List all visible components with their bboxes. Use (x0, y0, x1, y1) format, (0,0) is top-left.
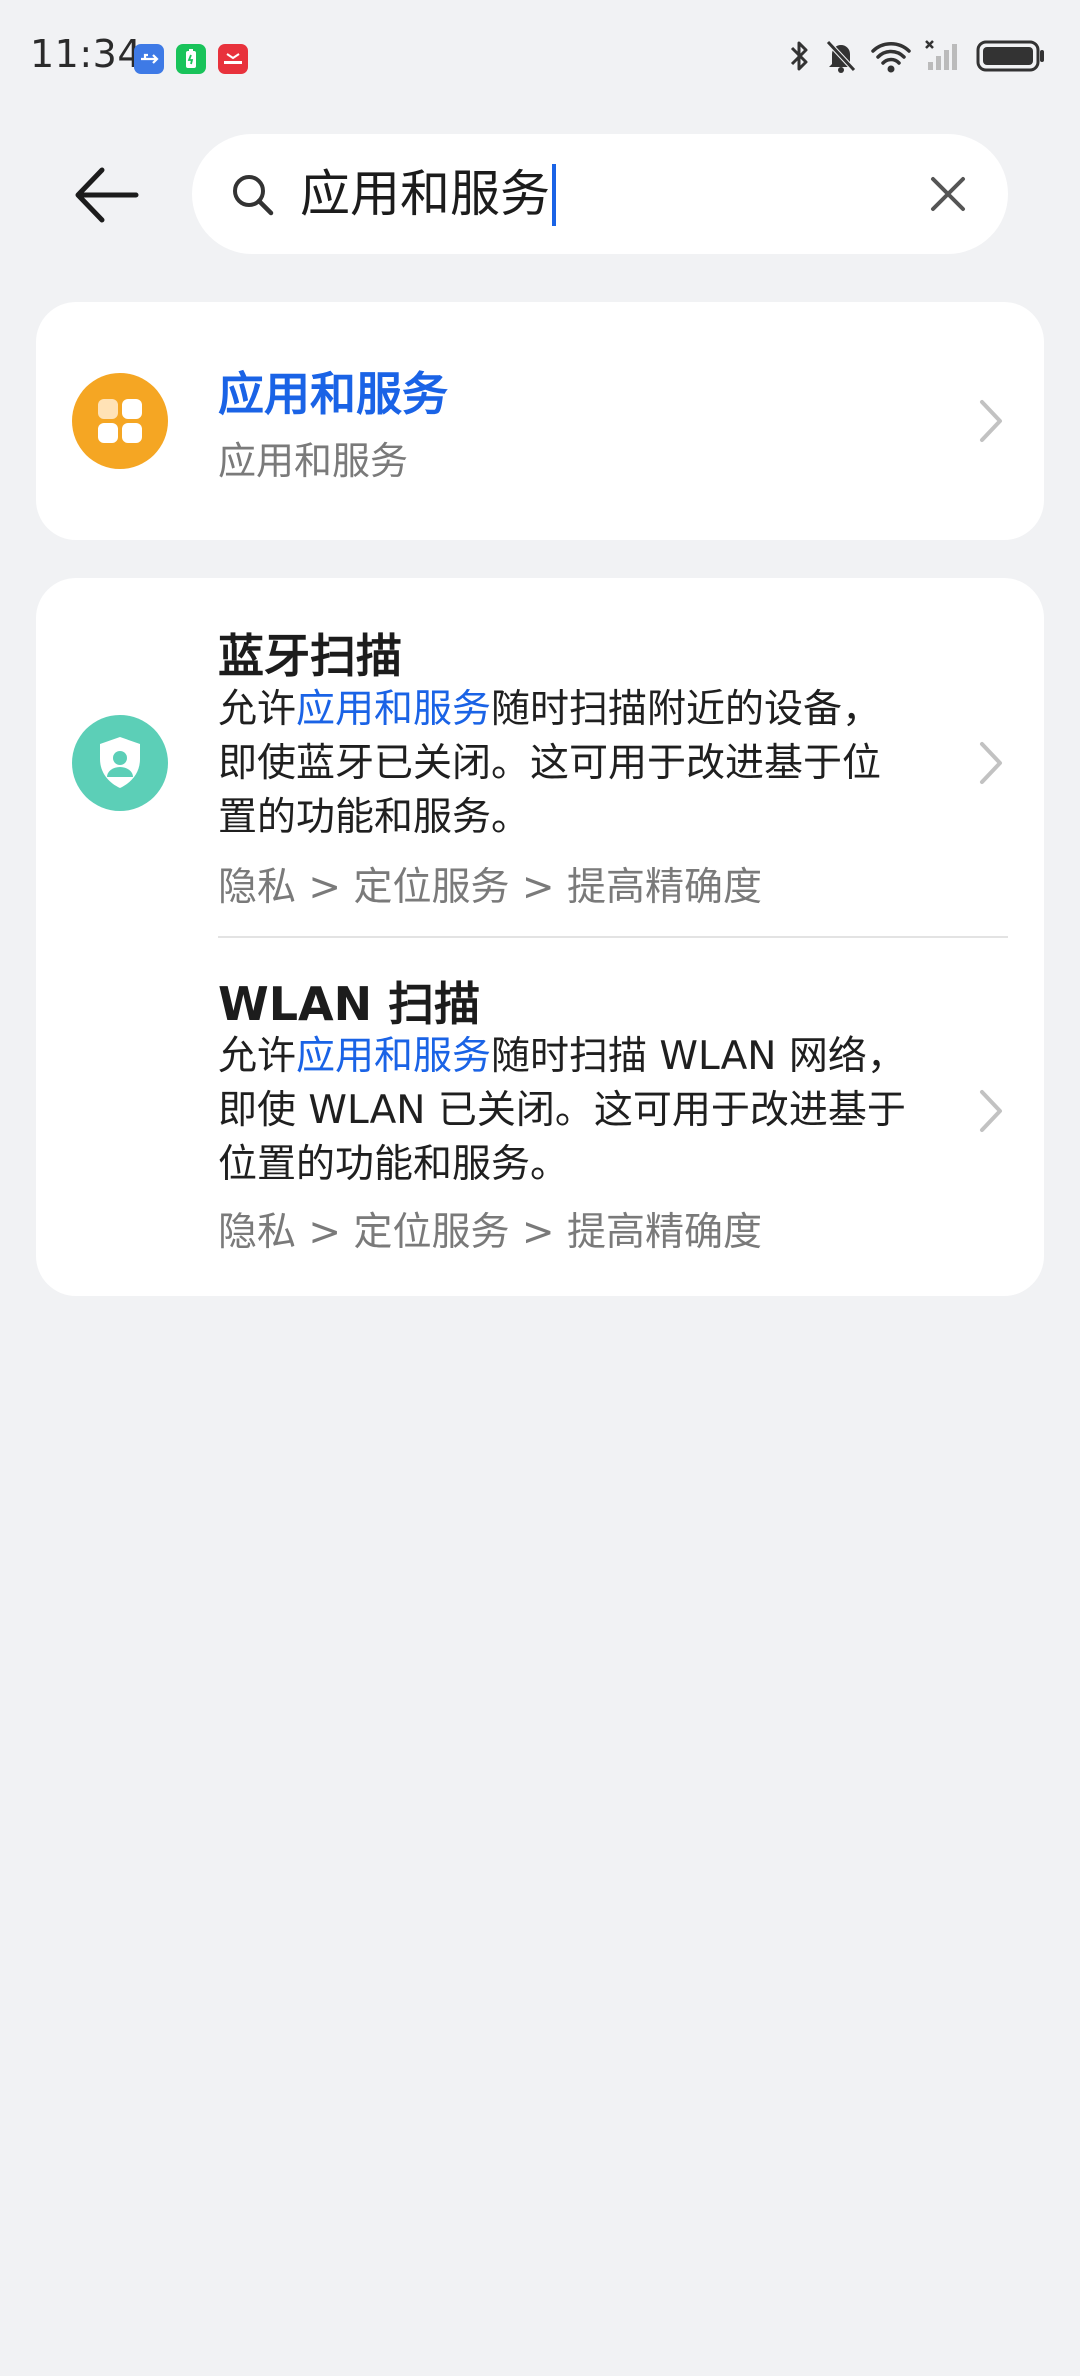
status-bar: 11:34 (0, 0, 1080, 120)
desc-line-3: 置的功能和服务。 (218, 795, 531, 840)
list-item-wlan-scan[interactable]: WLAN 扫描 允许应用和服务随时扫描 WLAN 网络， 即使 WLAN 已关闭… (36, 938, 1044, 1296)
result-title: 应用和服务 (218, 367, 448, 421)
item-title: WLAN 扫描 (218, 977, 481, 1031)
red-app-icon (218, 44, 248, 74)
item-breadcrumb: 隐私 > 定位服务 > 提高精确度 (218, 865, 762, 910)
desc-line-1: 允许应用和服务随时扫描 WLAN 网络， (218, 1030, 958, 1084)
battery-saver-icon (176, 44, 206, 74)
status-icons (788, 38, 1046, 74)
search-input[interactable]: 应用和服务 (300, 162, 556, 229)
bluetooth-icon (790, 41, 808, 71)
mute-bell-icon (826, 40, 856, 73)
usb-icon (134, 44, 164, 74)
back-arrow-icon (75, 167, 139, 223)
desc-highlight: 应用和服务 (296, 687, 492, 732)
privacy-shield-icon (72, 715, 168, 811)
desc-line-3: 位置的功能和服务。 (218, 1142, 570, 1187)
wifi-icon (871, 42, 911, 73)
list-item-bluetooth-scan[interactable]: 蓝牙扫描 允许应用和服务随时扫描附近的设备， 即使蓝牙已关闭。这可用于改进基于位… (36, 578, 1044, 936)
signal-icon (925, 40, 957, 70)
battery-icon (976, 40, 1044, 72)
desc-rest: 随时扫描 WLAN 网络， (491, 1034, 906, 1079)
item-description: 允许应用和服务随时扫描附近的设备， 即使蓝牙已关闭。这可用于改进基于位 置的功能… (218, 683, 958, 845)
desc-rest: 随时扫描附近的设备， (491, 687, 882, 732)
result-subtitle: 应用和服务 (218, 439, 409, 483)
back-button[interactable] (72, 160, 142, 230)
desc-line-2: 即使 WLAN 已关闭。这可用于改进基于 (218, 1088, 906, 1133)
result-card-apps-services[interactable]: 应用和服务 应用和服务 (36, 302, 1044, 540)
desc-prefix: 允许 (218, 687, 297, 732)
status-time: 11:34 (30, 32, 143, 76)
text-caret (552, 163, 556, 226)
desc-line-2: 即使蓝牙已关闭。这可用于改进基于位 (218, 741, 882, 786)
item-breadcrumb: 隐私 > 定位服务 > 提高精确度 (218, 1210, 762, 1255)
desc-highlight: 应用和服务 (296, 1034, 492, 1079)
item-description: 允许应用和服务随时扫描 WLAN 网络， 即使 WLAN 已关闭。这可用于改进基… (218, 1030, 958, 1192)
chevron-right-icon (980, 742, 1002, 784)
close-icon[interactable] (926, 172, 970, 216)
item-title: 蓝牙扫描 (218, 629, 402, 683)
chevron-right-icon (980, 1090, 1002, 1132)
desc-prefix: 允许 (218, 1034, 297, 1079)
search-query: 应用和服务 (300, 165, 550, 223)
search-icon (233, 175, 274, 216)
chevron-right-icon (980, 400, 1002, 442)
desc-line-1: 允许应用和服务随时扫描附近的设备， (218, 683, 958, 737)
result-card-privacy: 蓝牙扫描 允许应用和服务随时扫描附近的设备， 即使蓝牙已关闭。这可用于改进基于位… (36, 578, 1044, 1296)
search-field[interactable]: 应用和服务 (192, 134, 1008, 254)
apps-grid-icon (72, 373, 168, 469)
